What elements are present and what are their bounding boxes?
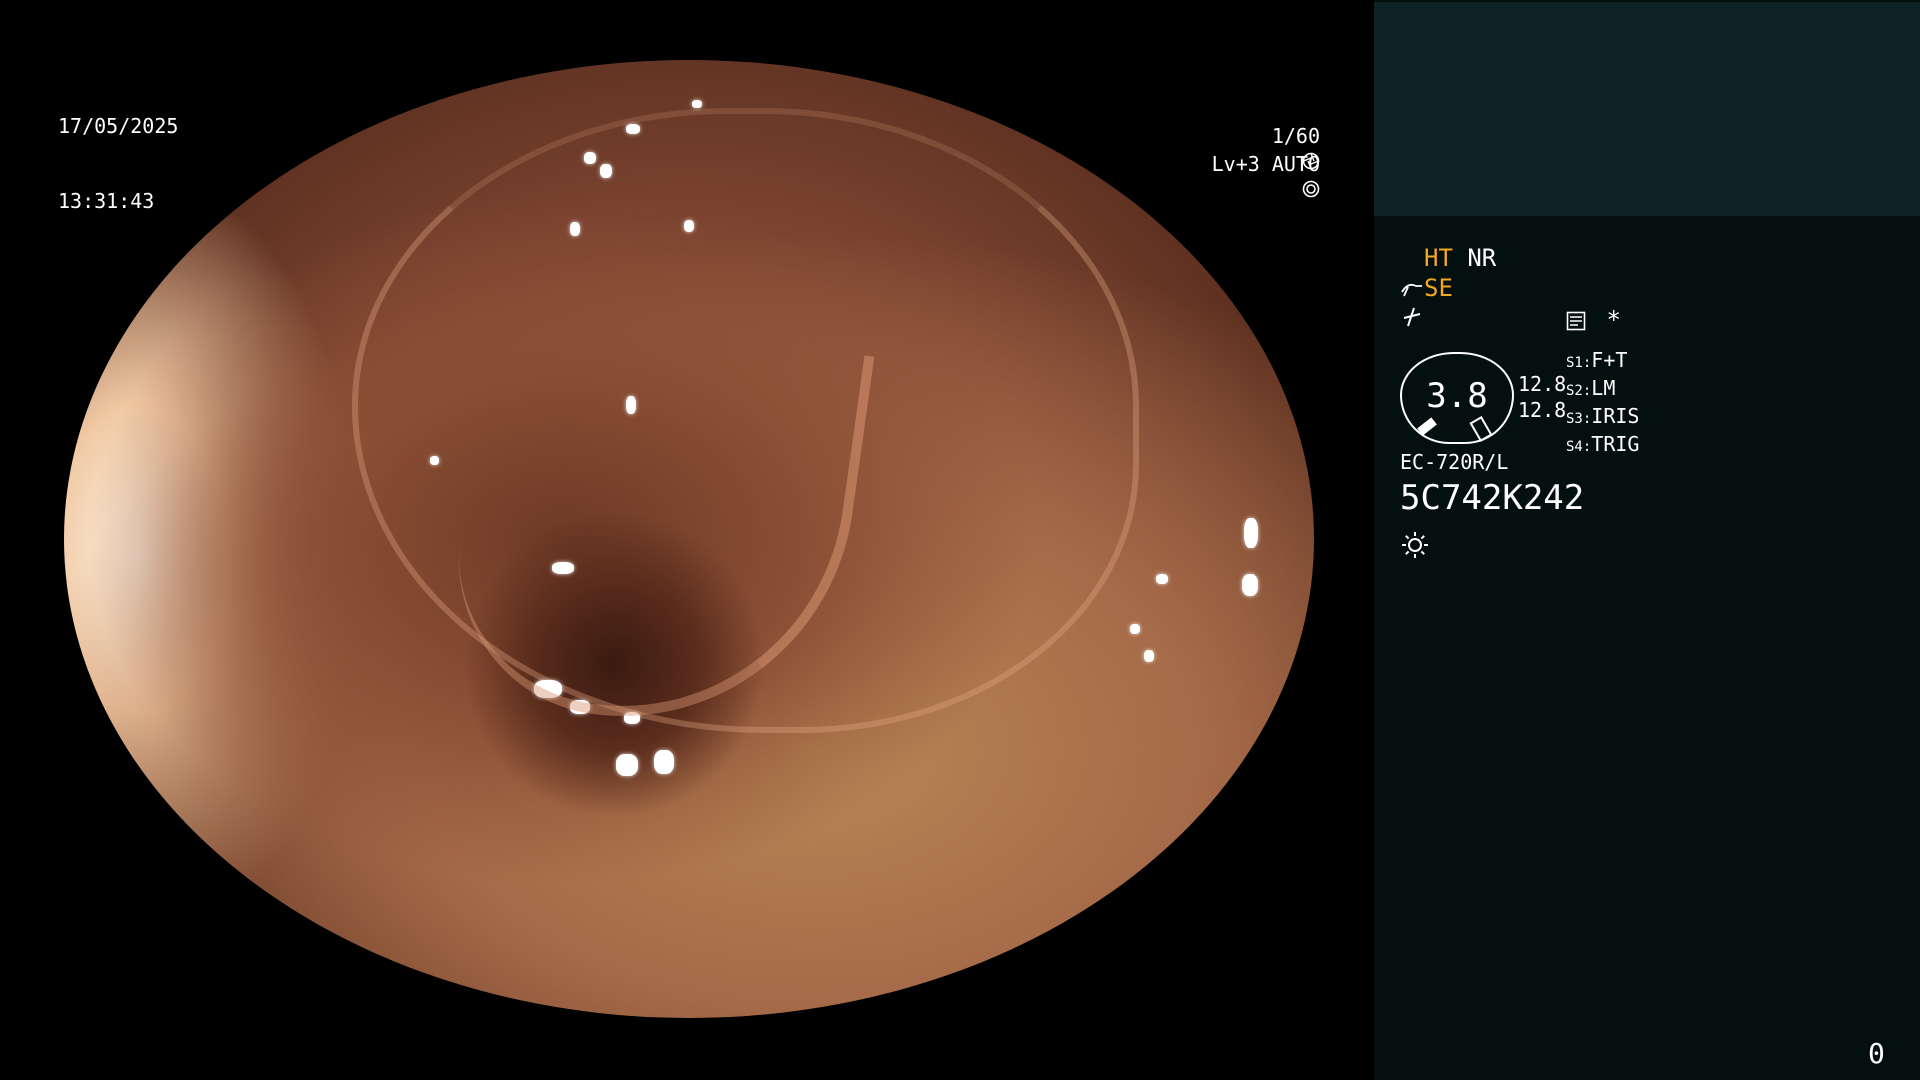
scope-model: EC-720R/L bbox=[1400, 450, 1509, 474]
switch-row-s3: S3:IRIS bbox=[1566, 404, 1640, 428]
date-text: 17/05/2025 bbox=[58, 114, 179, 138]
light-reflection bbox=[616, 754, 638, 776]
nr-indicator: NR bbox=[1467, 244, 1497, 272]
light-reflection bbox=[626, 124, 640, 134]
light-reflection bbox=[684, 220, 694, 232]
switch-key: S2 bbox=[1566, 383, 1583, 399]
light-reflection bbox=[570, 222, 580, 236]
light-reflection bbox=[1242, 574, 1258, 596]
memo-icon bbox=[1566, 311, 1586, 331]
endoscopic-image bbox=[64, 60, 1314, 1018]
switch-row-s2: S2:LM bbox=[1566, 376, 1616, 400]
gauge-readout-bottom: 12.8 bbox=[1518, 398, 1567, 422]
scope-tip-icon bbox=[1401, 283, 1422, 297]
switch-label: IRIS bbox=[1591, 404, 1640, 428]
datetime-block: 17/05/2025 13:31:43 bbox=[58, 64, 178, 239]
light-reflection bbox=[430, 456, 439, 465]
switch-row-s1: S1:F+T bbox=[1566, 348, 1628, 372]
iris-row: Lv+3 AUTO bbox=[1140, 127, 1320, 202]
light-reflection bbox=[654, 750, 674, 774]
image-crop-top bbox=[0, 0, 1374, 60]
time-text: 13:31:43 bbox=[58, 189, 155, 213]
gauge-value: 3.8 bbox=[1426, 376, 1488, 416]
light-reflection bbox=[692, 100, 702, 108]
light-source-row bbox=[1400, 530, 1430, 566]
switch-label: TRIG bbox=[1591, 432, 1640, 456]
light-reflection bbox=[570, 700, 590, 714]
switch-list: S1:F+T S2:LM S3:IRIS S4:TRIG bbox=[1566, 348, 1639, 460]
light-reflection bbox=[552, 562, 574, 574]
light-reflection bbox=[1144, 650, 1154, 662]
image-crop-bottom bbox=[0, 1018, 1374, 1080]
light-reflection bbox=[624, 712, 640, 724]
memo-row: * bbox=[1566, 306, 1621, 334]
star-indicator: * bbox=[1606, 306, 1621, 334]
light-reflection bbox=[1130, 624, 1140, 634]
switch-row-s4: S4:TRIG bbox=[1566, 432, 1640, 456]
lightning-icon bbox=[1403, 307, 1421, 327]
ht-indicator: HT bbox=[1424, 244, 1453, 272]
insertion-gauge: 3.8 bbox=[1400, 352, 1514, 444]
switch-key: S1 bbox=[1566, 355, 1583, 371]
lightning-row bbox=[1400, 304, 1424, 334]
switch-key: S3 bbox=[1566, 411, 1583, 427]
switch-key: S4 bbox=[1566, 439, 1583, 455]
switch-label: F+T bbox=[1591, 348, 1628, 372]
light-reflection bbox=[534, 680, 562, 698]
scope-serial: 5C742K242 bbox=[1400, 478, 1585, 518]
light-reflection bbox=[626, 396, 636, 414]
gauge-readout-top: 12.8 bbox=[1518, 372, 1567, 396]
iris-icon bbox=[1302, 180, 1320, 198]
iris-mode-text: Lv+3 AUTO bbox=[1211, 152, 1320, 176]
frame-counter: 0 bbox=[1868, 1037, 1885, 1070]
gauge-marker-left bbox=[1417, 417, 1437, 436]
light-reflection bbox=[584, 152, 596, 164]
info-panel-header bbox=[1374, 2, 1920, 216]
ht-nr-row: HT NR bbox=[1424, 244, 1496, 272]
light-source-icon bbox=[1402, 532, 1428, 558]
switch-label: LM bbox=[1591, 376, 1616, 400]
light-reflection bbox=[600, 164, 612, 178]
se-row: SE bbox=[1400, 274, 1453, 302]
se-indicator: SE bbox=[1424, 274, 1453, 302]
light-reflection bbox=[1156, 574, 1168, 584]
light-reflection bbox=[1244, 518, 1258, 548]
